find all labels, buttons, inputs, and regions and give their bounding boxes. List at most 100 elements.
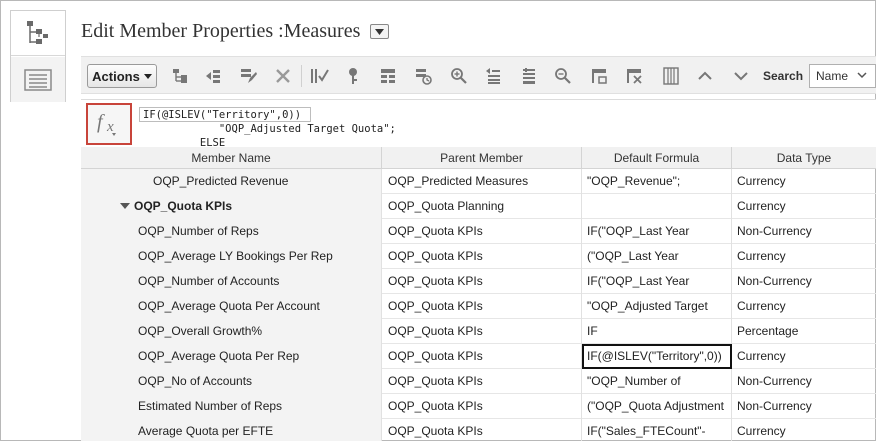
default-formula-cell[interactable]: ("OQP_Last Year	[582, 244, 732, 269]
parent-member-cell[interactable]: OQP_Quota Planning	[382, 194, 582, 219]
data-type-cell[interactable]: Non-Currency	[732, 369, 876, 394]
table-row[interactable]: OQP_Predicted Revenue OQP_Predicted Measu…	[81, 169, 876, 194]
zoom-in-icon[interactable]	[449, 66, 469, 86]
member-name-cell[interactable]: OQP_Number of Reps	[81, 219, 382, 244]
table-row[interactable]: OQP_No of Accounts OQP_Quota KPIs "OQP_Num…	[81, 369, 876, 394]
table-row[interactable]: OQP_Number of Accounts OQP_Quota KPIs IF("…	[81, 269, 876, 294]
caret-down-icon	[375, 28, 385, 35]
default-formula-cell[interactable]: ("OQP_Quota Adjustment	[582, 394, 732, 419]
data-type-cell[interactable]: Currency	[732, 344, 876, 369]
parent-member-cell[interactable]: OQP_Quota KPIs	[382, 269, 582, 294]
member-name: OQP_Predicted Revenue	[153, 174, 289, 188]
move-down-icon[interactable]	[518, 66, 538, 86]
search-field-value: Name	[816, 69, 849, 83]
collapse-triangle-icon[interactable]	[120, 202, 130, 209]
table-row[interactable]: Estimated Number of Reps OQP_Quota KPIs ("…	[81, 394, 876, 419]
chevron-up-icon[interactable]	[695, 66, 715, 86]
member-name-cell[interactable]: OQP_Overall Growth%	[81, 319, 382, 344]
zoom-out-icon[interactable]	[553, 66, 573, 86]
column-header-default-formula[interactable]: Default Formula	[582, 147, 732, 169]
data-type-cell[interactable]: Non-Currency	[732, 219, 876, 244]
data-type-cell[interactable]: Currency	[732, 244, 876, 269]
parent-member-cell[interactable]: OQP_Quota KPIs	[382, 394, 582, 419]
default-formula-cell[interactable]: "OQP_Number of	[582, 369, 732, 394]
data-type-cell[interactable]: Currency	[732, 169, 876, 194]
default-formula-cell[interactable]: "OQP_Revenue";	[582, 169, 732, 194]
table-row[interactable]: OQP_Overall Growth% OQP_Quota KPIs IF Perce…	[81, 319, 876, 344]
member-name: OQP_Overall Growth%	[138, 324, 263, 338]
data-type-cell[interactable]: Currency	[732, 294, 876, 319]
default-formula-cell[interactable]: IF(@ISLEV("Territory",0))	[582, 344, 732, 369]
default-formula-cell[interactable]: IF("Sales_FTECount"-	[582, 419, 732, 441]
member-name: OQP_Quota KPIs	[134, 199, 233, 213]
table-row[interactable]: OQP_Number of Reps OQP_Quota KPIs IF("OQP_…	[81, 219, 876, 244]
edit-member-icon[interactable]	[238, 66, 258, 86]
default-formula-cell[interactable]: IF	[582, 319, 732, 344]
formula-text[interactable]: IF(@ISLEV("Territory",0)) "OQP_Adjusted …	[143, 108, 396, 147]
column-header-data-type[interactable]: Data Type	[732, 147, 876, 169]
parent-member-cell[interactable]: OQP_Predicted Measures	[382, 169, 582, 194]
table-row[interactable]: OQP_Average Quota Per Rep OQP_Quota KPIs I…	[81, 344, 876, 369]
list-view-tab[interactable]	[11, 57, 65, 102]
chevron-down-icon[interactable]	[731, 66, 751, 86]
validate-icon[interactable]	[309, 66, 329, 86]
data-type-cell[interactable]: Non-Currency	[732, 394, 876, 419]
table-row[interactable]: OQP_Average LY Bookings Per Rep OQP_Quota…	[81, 244, 876, 269]
list-view-icon	[24, 68, 52, 91]
move-up-icon[interactable]	[483, 66, 503, 86]
parent-member-cell[interactable]: OQP_Quota KPIs	[382, 219, 582, 244]
column-header-member-name[interactable]: Member Name	[81, 147, 382, 169]
table-row[interactable]: OQP_Quota KPIs OQP_Quota Planning Currency	[81, 194, 876, 219]
add-child-icon[interactable]	[170, 66, 190, 86]
actions-menu-button[interactable]: Actions	[87, 64, 157, 88]
hierarchy-view-icon	[27, 21, 48, 44]
data-type-cell[interactable]: Non-Currency	[732, 269, 876, 294]
parent-member-cell[interactable]: OQP_Quota KPIs	[382, 319, 582, 344]
member-name: OQP_Average LY Bookings Per Rep	[138, 249, 333, 263]
default-formula-cell[interactable]	[582, 194, 732, 219]
member-name-cell[interactable]: OQP_Quota KPIs	[81, 194, 382, 219]
page-title: Edit Member Properties :Measures	[81, 20, 361, 42]
shared-member-icon[interactable]	[589, 66, 609, 86]
clear-icon[interactable]	[624, 66, 644, 86]
member-name: OQP_Average Quota Per Rep	[138, 349, 300, 363]
add-sibling-icon[interactable]	[203, 66, 223, 86]
member-name: OQP_Average Quota Per Account	[138, 299, 320, 313]
add-children-icon[interactable]	[378, 66, 398, 86]
default-formula-cell[interactable]: "OQP_Adjusted Target	[582, 294, 732, 319]
formula-editor-button[interactable]: f x	[86, 103, 132, 145]
copy-icon[interactable]	[413, 66, 433, 86]
table-row[interactable]: OQP_Average Quota Per Account OQP_Quota K…	[81, 294, 876, 319]
parent-member-cell[interactable]: OQP_Quota KPIs	[382, 344, 582, 369]
member-name-cell[interactable]: OQP_No of Accounts	[81, 369, 382, 394]
member-name: OQP_No of Accounts	[138, 374, 253, 388]
formula-bar: f x IF(@ISLEV("Territory",0)) "OQP_Adjus…	[81, 99, 876, 147]
parent-member-cell[interactable]: OQP_Quota KPIs	[382, 294, 582, 319]
delete-icon[interactable]	[273, 66, 293, 86]
member-name-cell[interactable]: OQP_Average Quota Per Account	[81, 294, 382, 319]
member-name-cell[interactable]: OQP_Number of Accounts	[81, 269, 382, 294]
default-formula-cell[interactable]: IF("OQP_Last Year	[582, 269, 732, 294]
parent-member-cell[interactable]: OQP_Quota KPIs	[382, 369, 582, 394]
parent-member-cell[interactable]: OQP_Quota KPIs	[382, 244, 582, 269]
member-name-cell[interactable]: Estimated Number of Reps	[81, 394, 382, 419]
svg-text:f: f	[97, 111, 105, 133]
member-name-cell[interactable]: OQP_Predicted Revenue	[81, 169, 382, 194]
data-type-cell[interactable]: Currency	[732, 419, 876, 441]
default-formula-cell[interactable]: IF("OQP_Last Year	[582, 219, 732, 244]
data-type-cell[interactable]: Percentage	[732, 319, 876, 344]
caret-down-icon	[143, 73, 152, 79]
member-name-cell[interactable]: OQP_Average Quota Per Rep	[81, 344, 382, 369]
key-icon[interactable]	[343, 66, 363, 86]
member-name-cell[interactable]: OQP_Average LY Bookings Per Rep	[81, 244, 382, 269]
formula-line-1: IF(@ISLEV("Territory",0))	[143, 109, 302, 121]
hierarchy-view-tab[interactable]	[11, 11, 65, 56]
parent-member-cell[interactable]: OQP_Quota KPIs	[382, 419, 582, 441]
member-name-cell[interactable]: Average Quota per EFTE	[81, 419, 382, 441]
grid-icon[interactable]	[661, 66, 681, 86]
title-dropdown-button[interactable]	[370, 24, 390, 39]
data-type-cell[interactable]: Currency	[732, 194, 876, 219]
table-row[interactable]: Average Quota per EFTE OQP_Quota KPIs IF("…	[81, 419, 876, 441]
column-header-parent-member[interactable]: Parent Member	[382, 147, 582, 169]
search-field-select[interactable]: Name	[809, 64, 876, 88]
